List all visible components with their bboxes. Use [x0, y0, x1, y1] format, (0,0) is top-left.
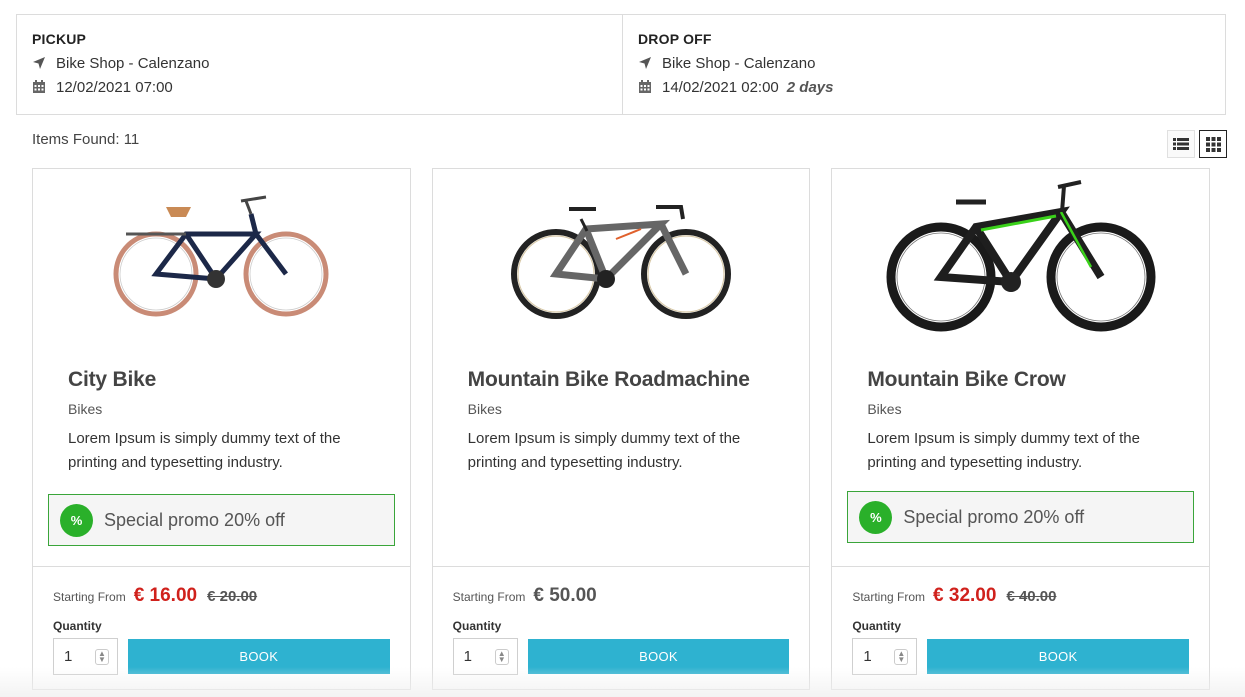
- dropoff-datetime: 14/02/2021 02:00 2 days: [638, 75, 1210, 99]
- spinner-arrows-icon[interactable]: ▲ ▼: [95, 648, 109, 665]
- quantity-label: Quantity: [852, 619, 902, 633]
- product-description: Lorem Ipsum is simply dummy text of the …: [68, 430, 341, 471]
- quantity-value: 1: [463, 648, 473, 665]
- book-button[interactable]: BOOK: [927, 639, 1190, 674]
- spinner-arrows-icon[interactable]: ▲ ▼: [894, 648, 909, 665]
- price-row: Starting From € 16.00 € 20.00: [53, 585, 390, 609]
- calendar-icon: [638, 80, 652, 94]
- product-grid: City Bike Bikes Lorem Ipsum is simply du…: [32, 168, 1211, 690]
- grid-view-icon: [1205, 136, 1221, 152]
- dropoff-title: DROP OFF: [638, 31, 712, 47]
- product-info: Mountain Bike Roadmachine Bikes Lorem Ip…: [468, 368, 790, 475]
- mountain-bike-image: [886, 179, 1156, 331]
- list-view-icon: [1173, 138, 1189, 150]
- pickup-section: PICKUP Bike Shop - Calenzano 12/02/2021 …: [17, 15, 622, 114]
- calendar-icon: [32, 80, 46, 94]
- quantity-row: 1 ▲ ▼ BOOK: [53, 638, 390, 675]
- starting-from-label: Starting From: [53, 590, 126, 604]
- book-button[interactable]: BOOK: [527, 639, 790, 674]
- quantity-stepper[interactable]: 1 ▲ ▼: [452, 638, 518, 675]
- current-price: € 32.00: [933, 585, 997, 606]
- percent-icon: %: [859, 500, 893, 534]
- book-button[interactable]: BOOK: [127, 639, 390, 674]
- product-category: Bikes: [68, 401, 103, 417]
- product-image[interactable]: [33, 169, 410, 339]
- promo-text: Special promo 20% off: [903, 506, 1085, 527]
- rental-duration: 2 days: [786, 78, 834, 96]
- promo-text: Special promo 20% off: [104, 509, 285, 530]
- starting-from-label: Starting From: [452, 590, 526, 604]
- old-price: € 20.00: [207, 588, 258, 605]
- promo-badge: % Special promo 20% off: [48, 494, 395, 546]
- product-name[interactable]: Mountain Bike Crow: [867, 368, 1189, 392]
- quantity-stepper[interactable]: 1 ▲ ▼: [53, 638, 118, 675]
- starting-from-label: Starting From: [852, 590, 926, 604]
- city-bike-image: [113, 195, 329, 317]
- current-price: € 16.00: [133, 585, 198, 606]
- product-name[interactable]: City Bike: [68, 368, 390, 392]
- percent-icon: %: [60, 503, 93, 537]
- view-toggle: [1167, 130, 1227, 158]
- old-price: € 40.00: [1006, 588, 1057, 605]
- dropoff-location: Bike Shop - Calenzano: [638, 51, 1210, 75]
- product-card: Mountain Bike Crow Bikes Lorem Ipsum is …: [831, 168, 1211, 690]
- quantity-row: 1 ▲ ▼ BOOK: [852, 638, 1190, 675]
- product-info: Mountain Bike Crow Bikes Lorem Ipsum is …: [867, 368, 1189, 475]
- product-name[interactable]: Mountain Bike Roadmachine: [468, 368, 790, 392]
- dropoff-section: DROP OFF Bike Shop - Calenzano 14/02/202…: [622, 15, 1225, 114]
- promo-badge: % Special promo 20% off: [847, 491, 1195, 543]
- pickup-location-text: Bike Shop - Calenzano: [56, 54, 210, 72]
- quantity-label: Quantity: [452, 619, 502, 633]
- pickup-datetime: 12/02/2021 07:00: [32, 75, 607, 99]
- location-arrow-icon: [32, 56, 46, 70]
- road-bike-image: [511, 205, 731, 319]
- quantity-value: 1: [64, 648, 73, 665]
- grid-view-button[interactable]: [1199, 130, 1227, 158]
- product-image[interactable]: [832, 169, 1209, 339]
- product-description: Lorem Ipsum is simply dummy text of the …: [467, 430, 741, 471]
- product-category: Bikes: [867, 401, 902, 417]
- quantity-row: 1 ▲ ▼ BOOK: [452, 638, 790, 675]
- list-view-button[interactable]: [1167, 130, 1195, 158]
- dropoff-datetime-text: 14/02/2021 02:00: [662, 78, 779, 96]
- booking-summary: PICKUP Bike Shop - Calenzano 12/02/2021 …: [16, 14, 1226, 115]
- quantity-value: 1: [863, 648, 872, 665]
- product-card: City Bike Bikes Lorem Ipsum is simply du…: [32, 168, 411, 690]
- product-info: City Bike Bikes Lorem Ipsum is simply du…: [68, 368, 390, 475]
- quantity-stepper[interactable]: 1 ▲ ▼: [852, 638, 918, 675]
- pickup-datetime-text: 12/02/2021 07:00: [56, 78, 173, 96]
- location-arrow-icon: [638, 56, 652, 70]
- card-footer: Starting From € 32.00 € 40.00 Quantity 1…: [832, 566, 1210, 689]
- card-footer: Starting From € 16.00 € 20.00 Quantity 1…: [33, 566, 410, 689]
- pickup-location: Bike Shop - Calenzano: [32, 51, 607, 75]
- product-image[interactable]: [433, 169, 810, 339]
- quantity-label: Quantity: [53, 619, 102, 633]
- items-found-count: Items Found: 11: [32, 131, 140, 148]
- product-category: Bikes: [467, 401, 502, 417]
- spinner-arrows-icon[interactable]: ▲ ▼: [494, 648, 509, 665]
- pickup-title: PICKUP: [32, 31, 87, 47]
- current-price: € 50.00: [533, 585, 597, 606]
- product-card: Mountain Bike Roadmachine Bikes Lorem Ip…: [431, 168, 811, 690]
- card-footer: Starting From € 50.00 Quantity 1 ▲ ▼ BOOK: [432, 566, 810, 689]
- product-description: Lorem Ipsum is simply dummy text of the …: [867, 430, 1140, 471]
- price-row: Starting From € 50.00: [453, 585, 790, 609]
- dropoff-location-text: Bike Shop - Calenzano: [662, 54, 816, 72]
- price-row: Starting From € 32.00 € 40.00: [852, 585, 1189, 609]
